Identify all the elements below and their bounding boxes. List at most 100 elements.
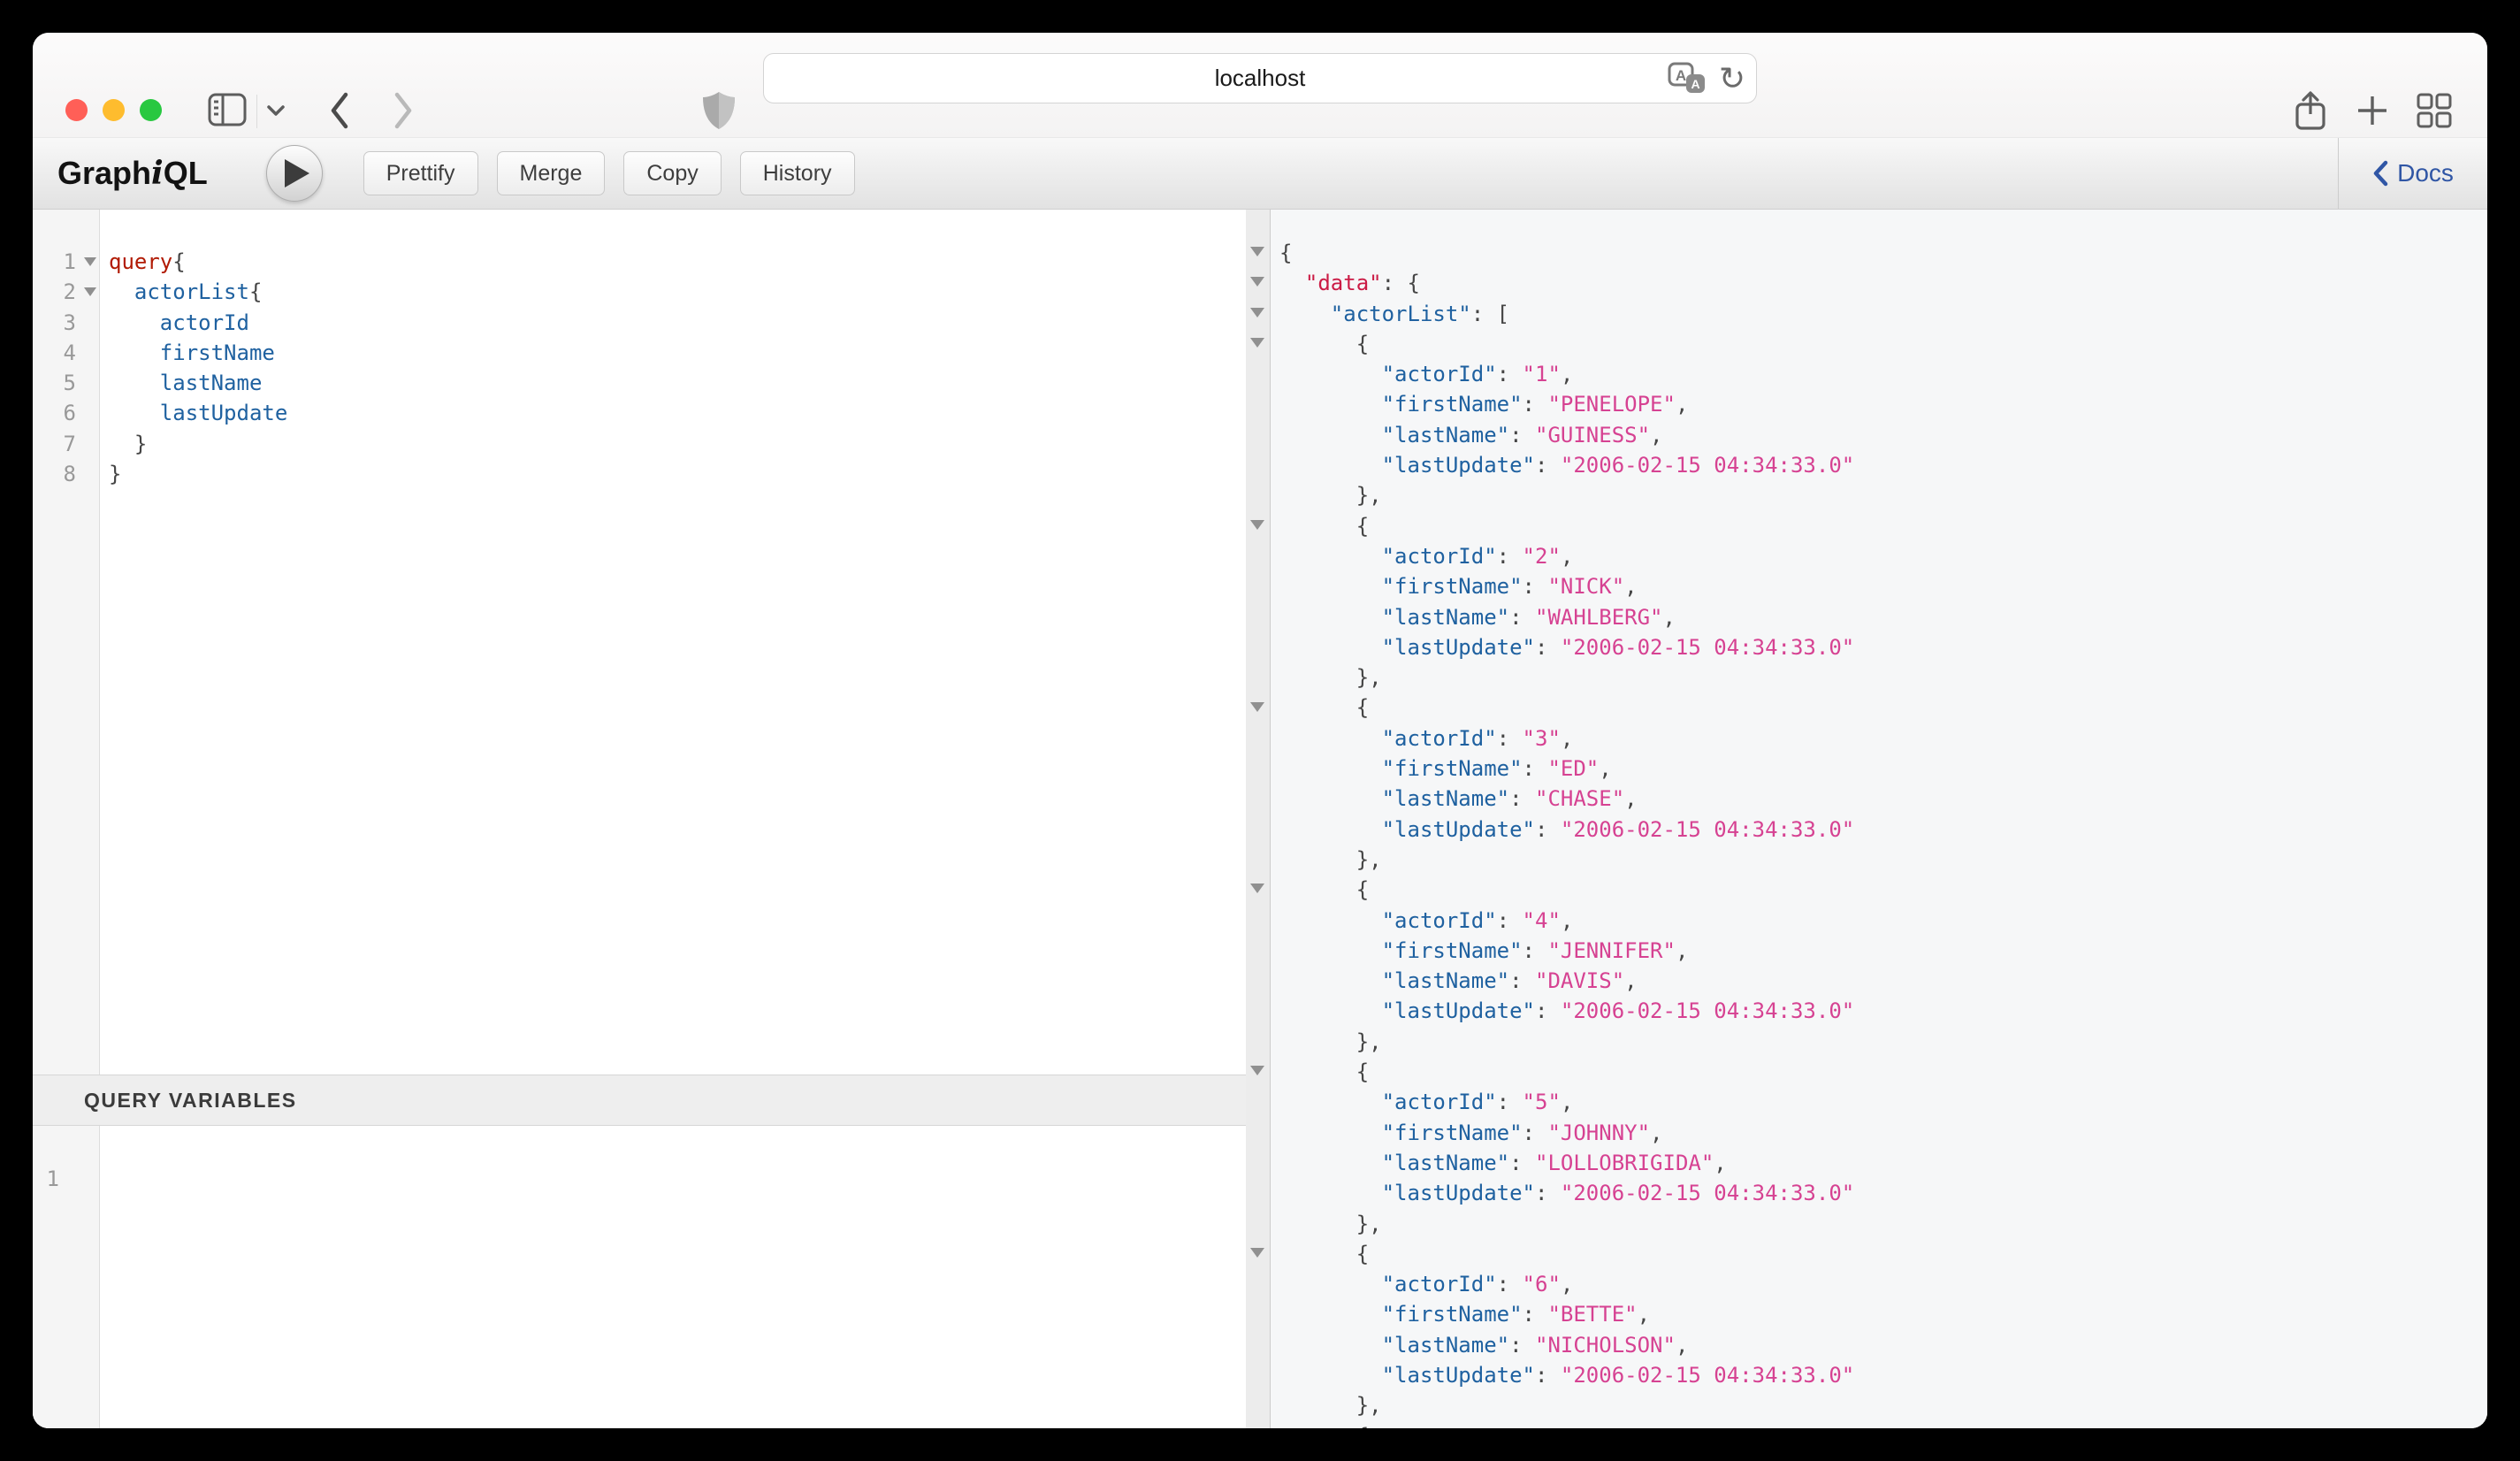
fold-arrow-icon[interactable] [1250,247,1264,256]
code-line: { [1279,1239,2487,1269]
code-line: }, [1279,662,2487,692]
code-line: "firstName": "NICK", [1279,571,2487,601]
line-number: 2 [33,277,99,307]
code-line: "firstName": "ED", [1279,753,2487,784]
code-line: { [1279,875,2487,905]
back-chevron-icon [328,91,351,130]
code-line: "firstName": "PENELOPE", [1279,389,2487,419]
query-editor-gutter: 12345678 [33,210,100,1075]
svg-text:A: A [1676,67,1686,84]
address-bar-text: localhost [764,54,1756,103]
code-line: "lastUpdate": "2006-02-15 04:34:33.0" [1279,450,2487,480]
translate-button[interactable]: A A [1668,61,1707,96]
code-line: lastUpdate [109,398,1246,428]
fold-arrow-icon[interactable] [84,287,96,296]
docs-zone: Docs [2338,138,2487,209]
code-line: }, [1279,1390,2487,1420]
forward-button[interactable] [388,89,418,132]
line-number: 7 [33,429,99,459]
share-button[interactable] [2289,89,2332,132]
share-icon [2294,90,2327,131]
merge-button[interactable]: Merge [497,151,606,195]
prettify-button[interactable]: Prettify [363,151,478,195]
execute-query-button[interactable] [266,145,323,202]
query-editor-code[interactable]: query{ actorList{ actorId firstName last… [101,210,1246,1075]
code-line: "actorId": "5", [1279,1087,2487,1117]
code-line: }, [1279,1209,2487,1239]
code-line: { [1279,329,2487,359]
code-line: "data": { [1279,268,2487,298]
sidebar-toggle-button[interactable] [206,91,248,128]
code-line: }, [1279,480,2487,510]
tab-overview-grid-icon [2416,92,2453,129]
code-line: query{ [109,247,1246,277]
new-tab-button[interactable] [2351,89,2394,132]
close-window-button[interactable] [65,99,88,121]
reload-button[interactable]: ↻ [1719,63,1745,95]
line-number: 8 [33,459,99,489]
code-line: "lastUpdate": "2006-02-15 04:34:33.0" [1279,815,2487,845]
code-line: "lastUpdate": "2006-02-15 04:34:33.0" [1279,996,2487,1026]
fold-arrow-icon[interactable] [1250,702,1264,712]
fold-arrow-icon[interactable] [1250,277,1264,287]
line-number: 1 [33,247,99,277]
code-line: "lastName": "CHASE", [1279,784,2487,814]
query-variables-header[interactable]: QUERY VARIABLES [33,1075,1246,1126]
code-line: "lastName": "WAHLBERG", [1279,602,2487,632]
variables-editor-gutter: 1 [33,1126,100,1428]
history-button[interactable]: History [740,151,855,195]
fold-arrow-icon[interactable] [1250,883,1264,893]
address-bar[interactable]: localhost A A ↻ [763,53,1757,103]
graphiql-toolbar: GraphiQL PrettifyMergeCopyHistory Docs [33,137,2487,210]
code-line: }, [1279,845,2487,875]
copy-button[interactable]: Copy [623,151,721,195]
chevron-down-icon [265,104,286,117]
code-line: "actorId": "6", [1279,1269,2487,1299]
code-line: { [1279,1421,2487,1428]
code-line: "firstName": "JENNIFER", [1279,936,2487,966]
query-editor[interactable]: 12345678 query{ actorList{ actorId first… [33,210,1246,1075]
line-number: 5 [33,368,99,398]
fold-arrow-icon[interactable] [1250,1066,1264,1075]
sidebar-icon [208,93,247,126]
window-controls [65,99,162,121]
query-pane: 12345678 query{ actorList{ actorId first… [33,210,1246,1428]
result-viewer: { "data": { "actorList": [ { "actorId": … [1271,210,2487,1428]
code-line: { [1279,1057,2487,1087]
query-variables-title: QUERY VARIABLES [84,1089,297,1113]
fold-arrow-icon[interactable] [1250,308,1264,317]
privacy-report-button[interactable] [698,89,740,132]
code-line: firstName [109,338,1246,368]
code-line: "actorId": "3", [1279,723,2487,753]
result-fold-gutter [1246,210,1271,1428]
code-line: "lastUpdate": "2006-02-15 04:34:33.0" [1279,1178,2487,1208]
code-line: "lastUpdate": "2006-02-15 04:34:33.0" [1279,632,2487,662]
toolbar-button-group: Prettify Merge Copy History [363,151,855,195]
fold-arrow-icon[interactable] [1250,520,1264,530]
code-line: actorId [109,308,1246,338]
docs-label: Docs [2397,159,2454,187]
zoom-window-button[interactable] [140,99,162,121]
code-line: lastName [109,368,1246,398]
forward-chevron-icon [392,91,415,130]
line-number: 6 [33,398,99,428]
translate-icon: A A [1668,61,1707,96]
tab-overview-button[interactable] [2413,89,2455,132]
privacy-shield-icon [701,90,737,131]
code-line: "lastName": "GUINESS", [1279,420,2487,450]
docs-button[interactable]: Docs [2367,158,2459,188]
code-line: "firstName": "BETTE", [1279,1299,2487,1329]
browser-chrome: localhost A A ↻ [33,33,2487,137]
code-line: actorList{ [109,277,1246,307]
fold-arrow-icon[interactable] [1250,1248,1264,1258]
variables-editor[interactable]: 1 [33,1126,1246,1428]
minimize-window-button[interactable] [103,99,125,121]
fold-arrow-icon[interactable] [1250,338,1264,348]
code-line: { [1279,511,2487,541]
back-button[interactable] [325,89,355,132]
sidebar-menu-button[interactable] [264,102,287,119]
fold-arrow-icon[interactable] [84,257,96,266]
line-number: 4 [33,338,99,368]
chevron-left-icon [2372,160,2388,187]
graphiql-content: 12345678 query{ actorList{ actorId first… [33,210,2487,1428]
